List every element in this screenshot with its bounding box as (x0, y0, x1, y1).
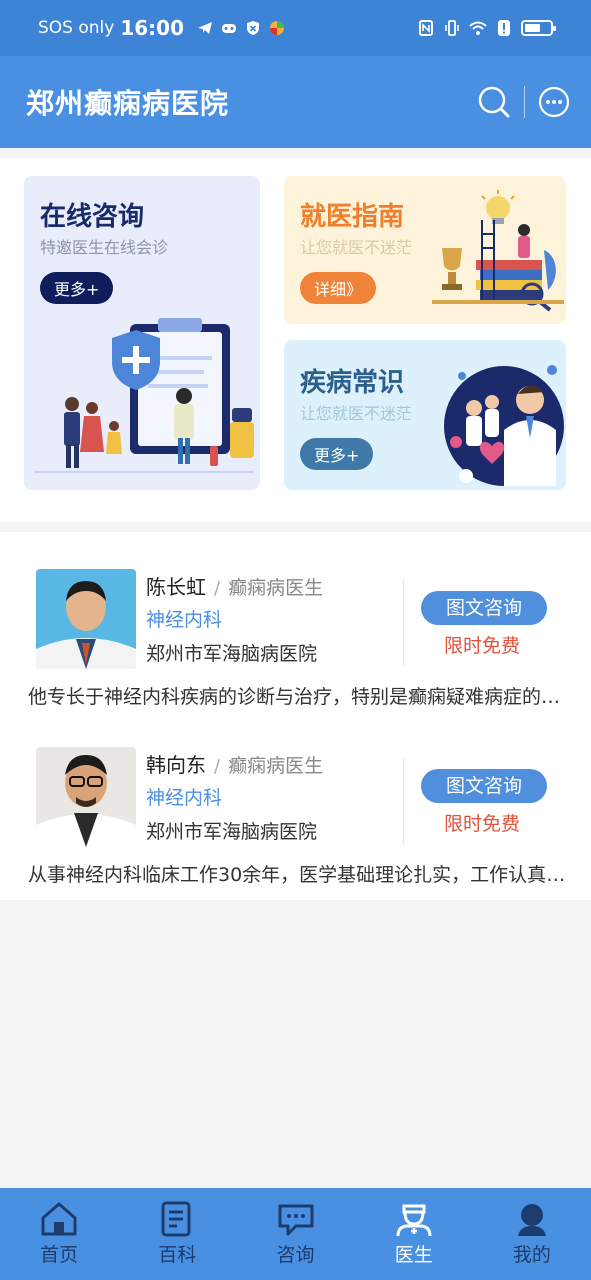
online-consult-title: 在线咨询 (40, 202, 145, 232)
page-title: 郑州癫痫病医院 (26, 87, 230, 120)
doctor-hospital: 郑州市军海脑病医院 (146, 821, 318, 843)
doctor-icon (396, 1204, 432, 1237)
tab-consult[interactable]: 咨询 (236, 1188, 354, 1280)
nfc-icon (419, 20, 433, 36)
tab-label: 我的 (512, 1244, 551, 1266)
doctor-avatar (36, 747, 136, 847)
app-icon (270, 21, 284, 35)
shield-icon (247, 21, 259, 35)
medical-guide-title: 就医指南 (300, 202, 405, 232)
search-icon[interactable] (476, 84, 512, 120)
medical-guide-card[interactable]: 就医指南 让您就医不迷茫 详细》 (284, 176, 566, 324)
carrier-label: SOS only (38, 18, 115, 38)
disease-knowledge-card[interactable]: 疾病常识 让您就医不迷茫 更多+ (284, 340, 566, 490)
doctor-avatar (36, 569, 136, 669)
doctor-card[interactable]: 陈长虹 / 癫痫病医生 神经内科 郑州市军海脑病医院 图文咨询 限时免费 他专长于神… (0, 532, 591, 710)
doctor-department: 神经内科 (146, 609, 223, 631)
encyclopedia-icon (161, 1201, 191, 1237)
tab-home[interactable]: 首页 (0, 1188, 118, 1280)
doctor-description: 他专长于神经内科疾病的诊断与治疗，特别是癫痫疑难病症的诊治 (28, 686, 568, 708)
disease-knowledge-subtitle: 让您就医不迷茫 (300, 404, 413, 423)
consult-button[interactable]: 图文咨询 (421, 591, 547, 625)
tab-mine[interactable]: 我的 (473, 1188, 591, 1280)
header-divider (524, 86, 525, 118)
free-label: 限时免费 (444, 635, 521, 657)
telegram-icon (198, 22, 212, 34)
battery-icon (521, 20, 556, 36)
tab-label: 医生 (394, 1244, 433, 1266)
consult-button[interactable]: 图文咨询 (421, 769, 547, 803)
app-header: 郑州癫痫病医院 (0, 56, 591, 148)
medical-guide-subtitle: 让您就医不迷茫 (300, 238, 413, 257)
doctor-role: 癫痫病医生 (228, 755, 324, 777)
home-icon (41, 1202, 77, 1236)
doctor-name: 韩向东 (146, 753, 206, 777)
doctor-name: 陈长虹 (146, 575, 206, 599)
knowledge-illustration (444, 365, 564, 486)
more-icon[interactable] (537, 85, 571, 119)
doctor-department: 神经内科 (146, 787, 223, 809)
name-separator: / (214, 578, 221, 599)
online-consult-card[interactable]: 在线咨询 特邀医生在线会诊 更多+ (24, 176, 260, 490)
doctor-card[interactable]: 韩向东 / 癫痫病医生 神经内科 郑州市军海脑病医院 图文咨询 限时免费 从事神经内… (0, 710, 591, 888)
tab-encyclopedia[interactable]: 百科 (118, 1188, 236, 1280)
clock: 16:00 (120, 16, 184, 40)
tab-label: 首页 (40, 1244, 79, 1266)
disease-knowledge-more-button[interactable]: 更多+ (300, 438, 374, 470)
doctor-role: 癫痫病医生 (228, 577, 324, 599)
doctor-description: 从事神经内科临床工作30余年，医学基础理论扎实，工作认真负责 (28, 864, 568, 886)
feature-banner: 在线咨询 特邀医生在线会诊 更多+ 就医指南 让您就医不迷茫 详细》 疾病常识 … (0, 158, 591, 522)
alert-icon (498, 20, 510, 36)
vibrate-icon (445, 20, 459, 36)
chat-icon (278, 1204, 313, 1236)
doctor-hospital: 郑州市军海脑病医院 (146, 643, 318, 665)
guide-illustration (432, 190, 564, 312)
disease-knowledge-title: 疾病常识 (300, 368, 405, 398)
online-consult-subtitle: 特邀医生在线会诊 (40, 238, 169, 257)
bottom-tab-bar: 首页 百科 咨询 医生 我的 (0, 1188, 591, 1280)
doctor-list: 陈长虹 / 癫痫病医生 神经内科 郑州市军海脑病医院 图文咨询 限时免费 他专长于神… (0, 532, 591, 900)
free-label: 限时免费 (444, 813, 521, 835)
doctor-divider (403, 580, 404, 666)
name-separator: / (214, 756, 221, 777)
medical-guide-detail-button[interactable]: 详细》 (300, 272, 377, 304)
tab-doctor[interactable]: 医生 (355, 1188, 473, 1280)
online-consult-more-button[interactable]: 更多+ (40, 272, 114, 304)
game-icon (222, 24, 236, 33)
status-bar: SOS only 16:00 (0, 0, 591, 56)
profile-icon (517, 1204, 546, 1236)
tab-label: 百科 (158, 1244, 197, 1266)
tab-label: 咨询 (276, 1244, 315, 1266)
doctor-divider (403, 758, 404, 844)
consult-illustration (34, 318, 254, 473)
wifi-icon (469, 21, 487, 35)
